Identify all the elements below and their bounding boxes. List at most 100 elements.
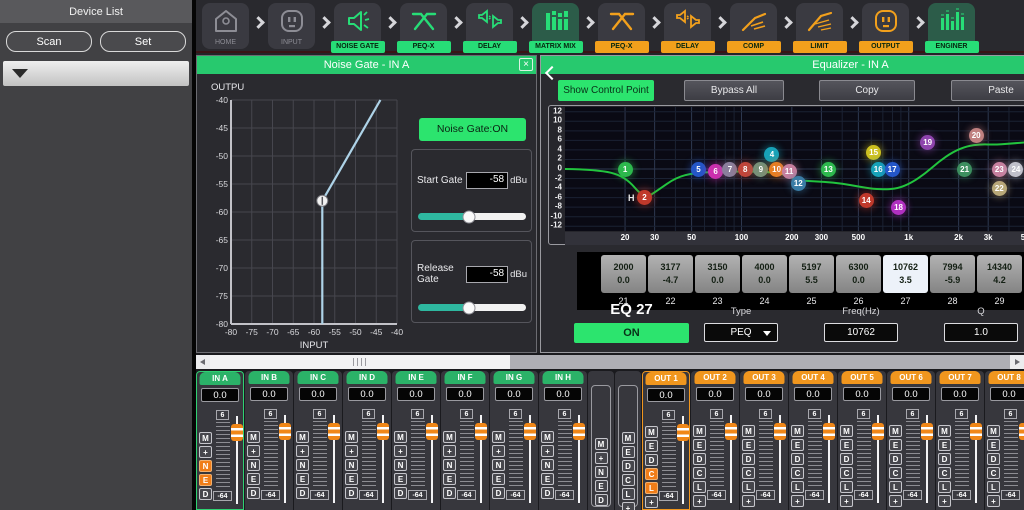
bypass-all-button[interactable]: Bypass All <box>684 80 784 101</box>
channel-button-c[interactable]: C <box>622 474 635 486</box>
eq-control-point-13[interactable]: 13 <box>821 162 836 177</box>
channel-button-d[interactable]: D <box>742 453 755 465</box>
channel-button-e[interactable]: E <box>595 480 608 492</box>
eq-control-point-23[interactable]: 23 <box>992 162 1007 177</box>
close-icon[interactable]: × <box>519 58 533 71</box>
channel-button-e[interactable]: E <box>394 473 407 485</box>
channel-button-c[interactable]: C <box>791 467 804 479</box>
channel-label[interactable]: IN F <box>445 371 486 384</box>
start-gate-slider-thumb[interactable] <box>462 210 475 223</box>
toolbar-item-output[interactable]: OUTPUT <box>862 3 909 49</box>
release-gate-slider[interactable] <box>418 304 526 311</box>
eq-band-cell-27[interactable]: 107623.5 <box>883 255 928 293</box>
channel-button-n[interactable]: N <box>296 459 309 471</box>
channel-button-m[interactable]: M <box>791 425 804 437</box>
channel-button-m[interactable]: M <box>492 431 505 443</box>
channel-gain-value[interactable]: 0.0 <box>892 387 930 401</box>
channel-gain-value[interactable]: 0.0 <box>299 387 337 401</box>
channel-button-plus[interactable]: + <box>840 495 853 507</box>
channel-label[interactable]: OUT 2 <box>695 371 736 384</box>
eq-band-cell-25[interactable]: 51975.5 <box>789 255 834 293</box>
channel-button-plus[interactable]: + <box>541 445 554 457</box>
equalizer-titlebar[interactable]: Equalizer - IN A <box>541 56 1024 74</box>
eq-control-point-16[interactable]: 16 <box>871 162 886 177</box>
eq-control-point-1[interactable]: 1 <box>618 162 633 177</box>
channel-button-n[interactable]: N <box>541 459 554 471</box>
channel-label[interactable]: OUT 6 <box>891 371 932 384</box>
channel-label[interactable]: OUT 3 <box>744 371 785 384</box>
copy-button[interactable]: Copy <box>819 80 915 101</box>
channel-button-n[interactable]: N <box>345 459 358 471</box>
channel-button-d[interactable]: D <box>693 453 706 465</box>
channel-button-n[interactable]: N <box>443 459 456 471</box>
eq-control-point-5[interactable]: 5 <box>691 162 706 177</box>
channel-button-d[interactable]: D <box>541 487 554 499</box>
channel-button-l[interactable]: L <box>693 481 706 493</box>
channel-button-m[interactable]: M <box>840 425 853 437</box>
channel-button-plus[interactable]: + <box>693 495 706 507</box>
channel-button-plus[interactable]: + <box>938 495 951 507</box>
channel-button-e[interactable]: E <box>693 439 706 451</box>
fader-knob[interactable] <box>377 423 389 440</box>
channel-button-e[interactable]: E <box>938 439 951 451</box>
channel-button-m[interactable]: M <box>443 431 456 443</box>
channel-button-d[interactable]: D <box>622 460 635 472</box>
channel-button-d[interactable]: D <box>938 453 951 465</box>
channel-button-d[interactable]: D <box>345 487 358 499</box>
scan-button[interactable]: Scan <box>6 31 92 52</box>
channel-label[interactable]: IN C <box>298 371 339 384</box>
channel-button-c[interactable]: C <box>645 468 658 480</box>
fader-knob[interactable] <box>921 423 933 440</box>
channel-gain-value[interactable]: 0.0 <box>201 388 239 402</box>
fader-knob[interactable] <box>677 424 689 441</box>
channel-button-l[interactable]: L <box>622 488 635 500</box>
eq-control-point-14[interactable]: 14 <box>859 193 874 208</box>
channel-button-plus[interactable]: + <box>296 445 309 457</box>
channel-button-plus[interactable]: + <box>889 495 902 507</box>
channel-button-m[interactable]: M <box>938 425 951 437</box>
channel-button-plus[interactable]: + <box>394 445 407 457</box>
fader-knob[interactable] <box>524 423 536 440</box>
channel-button-+[interactable]: + <box>595 452 608 464</box>
channel-gain-value[interactable]: 0.0 <box>446 387 484 401</box>
channel-button-m[interactable]: M <box>889 425 902 437</box>
scroll-right-icon[interactable] <box>1010 355 1024 369</box>
channel-button-n[interactable]: N <box>595 466 608 478</box>
channel-button-e[interactable]: E <box>443 473 456 485</box>
channel-label[interactable]: IN H <box>543 371 584 384</box>
channel-button-d[interactable]: D <box>492 487 505 499</box>
fader-knob[interactable] <box>475 423 487 440</box>
channel-button-plus[interactable]: + <box>742 495 755 507</box>
eq-control-point-20[interactable]: 20 <box>969 128 984 143</box>
channel-button-plus[interactable]: + <box>345 445 358 457</box>
fader-knob[interactable] <box>573 423 585 440</box>
eq-control-point-18[interactable]: 18 <box>891 200 906 215</box>
channel-button-m[interactable]: M <box>541 431 554 443</box>
channel-button-l[interactable]: L <box>645 482 658 494</box>
channel-gain-value[interactable]: 0.0 <box>990 387 1024 401</box>
channel-button-d[interactable]: D <box>296 487 309 499</box>
channel-button-plus[interactable]: + <box>492 445 505 457</box>
channel-button-c[interactable]: C <box>693 467 706 479</box>
channel-button-plus[interactable]: + <box>987 495 1000 507</box>
channel-button-plus[interactable]: + <box>791 495 804 507</box>
channel-button-m[interactable]: M <box>595 438 608 450</box>
channel-button-c[interactable]: C <box>987 467 1000 479</box>
eq-band-cell-26[interactable]: 63000.0 <box>836 255 881 293</box>
channel-button-d[interactable]: D <box>840 453 853 465</box>
channel-gain-value[interactable]: 0.0 <box>397 387 435 401</box>
toolbar-item-limit[interactable]: LIMIT <box>796 3 843 49</box>
channel-gain-value[interactable]: 0.0 <box>941 387 979 401</box>
eq-on-button[interactable]: ON <box>574 323 689 343</box>
channel-button-d[interactable]: D <box>247 487 260 499</box>
toolbar-item-enginer[interactable]: ENGINER <box>928 3 975 49</box>
toolbar-item-comp[interactable]: COMP <box>730 3 777 49</box>
channel-button-e[interactable]: E <box>840 439 853 451</box>
noise-gate-power-button[interactable]: Noise Gate:ON <box>419 118 526 141</box>
channel-button-m[interactable]: M <box>394 431 407 443</box>
channel-button-l[interactable]: L <box>791 481 804 493</box>
channel-button-m[interactable]: M <box>296 431 309 443</box>
channel-button-l[interactable]: L <box>938 481 951 493</box>
channel-gain-value[interactable]: 0.0 <box>544 387 582 401</box>
eq-control-point-15[interactable]: 15 <box>866 145 881 160</box>
